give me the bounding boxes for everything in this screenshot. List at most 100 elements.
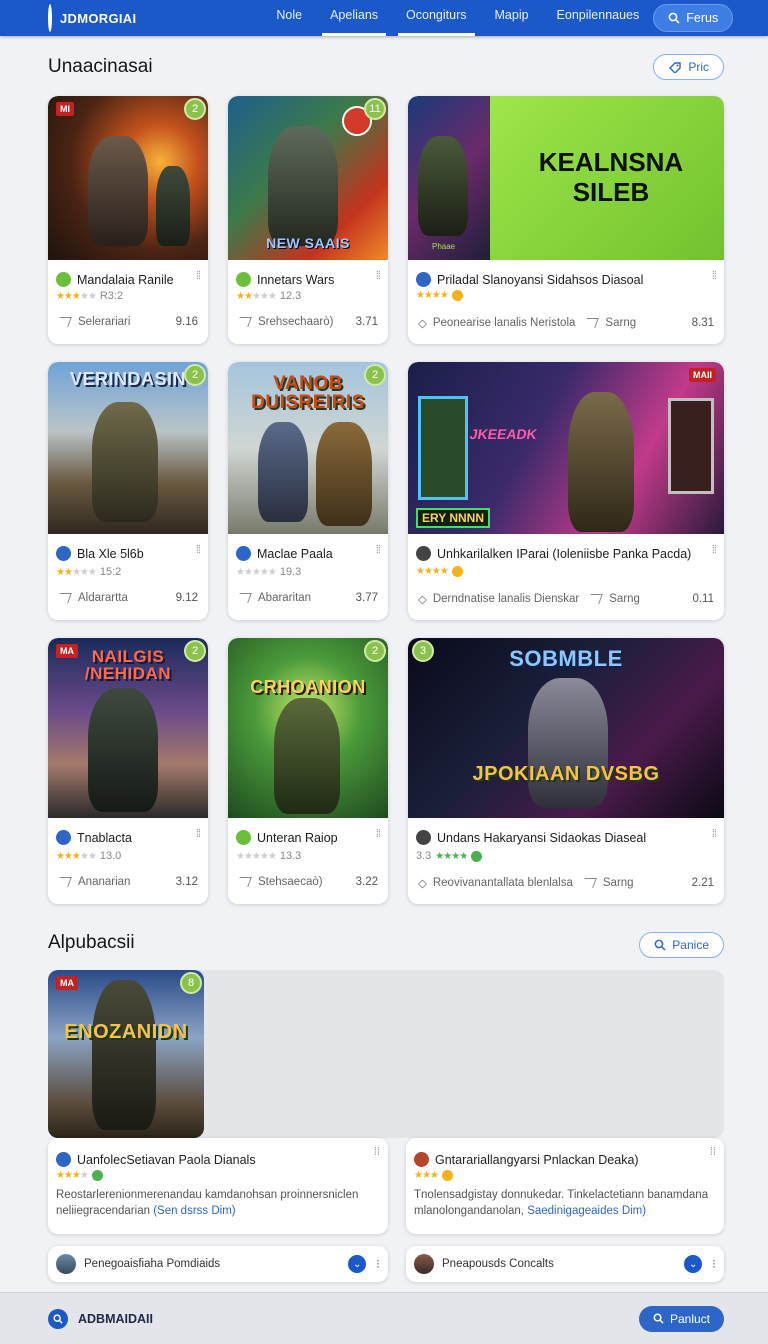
game-icon (236, 830, 251, 845)
description-card[interactable]: UanfolecSetiavan Paola Dianals ⁞⁞ ★★★★ R… (48, 1138, 388, 1234)
neon-sign: JKEEADK (468, 426, 539, 442)
drag-handle-icon[interactable]: ⁞⁞ (376, 828, 381, 840)
rank-badge: 8 (180, 972, 202, 994)
bottom-bar: ADBMAIDAII Panluct (0, 1292, 768, 1344)
game-icon (236, 546, 251, 561)
see-more-link[interactable]: (Sen dsrss Dim) (153, 1205, 235, 1217)
app-logo-text[interactable]: JDMORGIAI (60, 11, 136, 26)
footer-label: Ananarian (78, 876, 131, 888)
product-button[interactable]: Panluct (638, 1305, 724, 1332)
section-title: Alpubacsii (48, 932, 135, 953)
game-card-art: CRHOANION 2 (228, 638, 388, 818)
drag-handle-icon[interactable]: ⁞⁞ (376, 544, 381, 556)
search-icon (654, 939, 666, 951)
mini-card[interactable]: Pneapousds Concalts ⌄ ⁝ (406, 1246, 724, 1282)
drag-handle-icon[interactable]: ⁞⁞ (712, 270, 717, 282)
rank-badge: 2 (184, 640, 206, 662)
chevron-down-icon[interactable]: ⌄ (684, 1255, 703, 1273)
nav-item-2[interactable]: Apelians (316, 0, 392, 36)
star-rating-icon: ★★★★★ (236, 290, 277, 302)
share-icon[interactable] (583, 318, 600, 328)
drag-handle-icon[interactable]: ⁞⁞ (196, 544, 201, 556)
game-card[interactable]: NAILGIS /NEHIDAN MA 2 Tnablacta ⁞⁞ ★★★★★… (48, 638, 208, 904)
game-card[interactable]: VERINDASIN 2 Bla Xle 5l6b ⁞⁞ ★★★★★ 15:2 A… (48, 362, 208, 620)
forums-button[interactable]: Ferus (653, 4, 734, 32)
game-card-art: MI 2 (48, 96, 208, 260)
star-rating-icon: ★★★★★ (56, 290, 97, 302)
diamond-icon: ◇ (418, 594, 427, 606)
game-title: Bla Xle 5l6b (77, 546, 144, 561)
rating-value: 3.3 (416, 850, 432, 862)
score-value: 0.11 (692, 593, 714, 605)
footer-label: Reovivanantallata blenlalsa (432, 877, 573, 889)
star-rating-icon: ★★★★ (416, 290, 449, 301)
share-icon[interactable] (56, 877, 72, 887)
screen-icon (418, 396, 468, 500)
featured-game-card[interactable]: JKEEADK ERY NNNN MAII Unhkarilalken IPar… (408, 362, 724, 620)
art-title: NEW SAAIS (266, 235, 350, 251)
score-value: 3.22 (355, 876, 378, 888)
share-icon[interactable] (56, 593, 72, 603)
featured-game-card[interactable]: KEALNSNA SILEB Phaae Priladal Slanoyansi… (408, 96, 724, 344)
nav-item-3[interactable]: Ocongiturs (392, 0, 480, 36)
more-options-icon[interactable]: ⁝ (376, 1257, 380, 1271)
see-more-link[interactable]: Saedinigageaides Dim) (527, 1205, 646, 1217)
share-label[interactable]: Sarng (605, 317, 636, 329)
neon-label: ERY NNNN (416, 508, 491, 528)
share-icon[interactable] (581, 878, 597, 888)
game-card[interactable]: MI 2 Mandalaia Ranile ⁞⁞ ★★★★★ R3:2 Seler… (48, 96, 208, 344)
main-nav: Nole Apelians Ocongiturs Mapip Eonpilenn… (262, 0, 653, 36)
drag-handle-icon[interactable]: ⁞⁞ (712, 544, 717, 556)
price-filter-button[interactable]: Pric (653, 54, 724, 80)
game-icon (56, 546, 71, 561)
share-icon[interactable] (236, 317, 252, 327)
share-icon[interactable] (236, 593, 252, 603)
score-value: 9.12 (175, 592, 198, 604)
more-options-icon[interactable]: ⁝ (712, 1257, 716, 1271)
game-card[interactable]: CRHOANION 2 Unteran Raiop ⁞⁞ ★★★★★ 13.3 S… (228, 638, 388, 904)
drag-handle-icon[interactable]: ⁞⁞ (374, 1146, 380, 1158)
footer-label: Stehsaecaò) (258, 876, 323, 888)
drag-handle-icon[interactable]: ⁞⁞ (712, 828, 717, 840)
score-value: 3.12 (175, 876, 198, 888)
share-icon[interactable] (236, 877, 252, 887)
chevron-down-icon[interactable]: ⌄ (348, 1255, 367, 1273)
tag-icon (669, 62, 682, 73)
rating-value: R3:2 (99, 290, 124, 302)
game-title: Innetars Wars (257, 272, 335, 287)
nav-item-1[interactable]: Nole (262, 0, 316, 36)
search-icon[interactable] (48, 1308, 68, 1329)
star-rating-icon: ★★★★★ (56, 850, 97, 862)
drag-handle-icon[interactable]: ⁞⁞ (196, 270, 201, 282)
footer-label: Selerariari (78, 316, 131, 328)
app-logo-avatar[interactable] (48, 4, 52, 32)
drag-handle-icon[interactable]: ⁞⁞ (376, 270, 381, 282)
verified-icon (91, 1170, 103, 1181)
drag-handle-icon[interactable]: ⁞⁞ (196, 828, 201, 840)
featured-banner[interactable]: ENOZANIDN MA 8 (48, 970, 724, 1138)
nav-item-4[interactable]: Mapip (481, 0, 543, 36)
star-rating-icon: ★★★★★ (56, 566, 97, 578)
genre-tag: MI (56, 102, 74, 116)
share-label[interactable]: Sarng (609, 593, 640, 605)
score-value: 3.71 (355, 316, 378, 328)
game-card[interactable]: VANOB DUISREIRIS 2 Maclae Paala ⁞⁞ ★★★★★… (228, 362, 388, 620)
search-icon (653, 1313, 664, 1324)
description-card[interactable]: Gntarariallangyarsi Pnlackan Deaka) ⁞⁞ ★… (406, 1138, 724, 1234)
share-icon[interactable] (587, 594, 604, 604)
drag-handle-icon[interactable]: ⁞⁞ (710, 1146, 716, 1158)
nav-item-5[interactable]: Eonpilennaues (543, 0, 654, 36)
share-label[interactable]: Sarng (603, 877, 634, 889)
diamond-icon: ◇ (418, 318, 427, 330)
game-card[interactable]: NEW SAAIS 11 Innetars Wars ⁞⁞ ★★★★★ 12.3 … (228, 96, 388, 344)
art-title: SOBMBLE (509, 646, 623, 671)
diamond-icon: ◇ (418, 878, 427, 890)
game-title: Tnablacta (77, 830, 132, 845)
featured-game-card[interactable]: SOBMBLE JPOKIAAN DVSBG 3 Undans Hakaryan… (408, 638, 724, 904)
share-icon[interactable] (56, 317, 72, 327)
screen-icon (668, 398, 714, 494)
rank-badge: 2 (364, 640, 386, 662)
panels-button[interactable]: Panice (639, 932, 724, 958)
mini-card[interactable]: Penegoaisfiaha Pomdiaids ⌄ ⁝ (48, 1246, 388, 1282)
game-icon (56, 272, 71, 287)
